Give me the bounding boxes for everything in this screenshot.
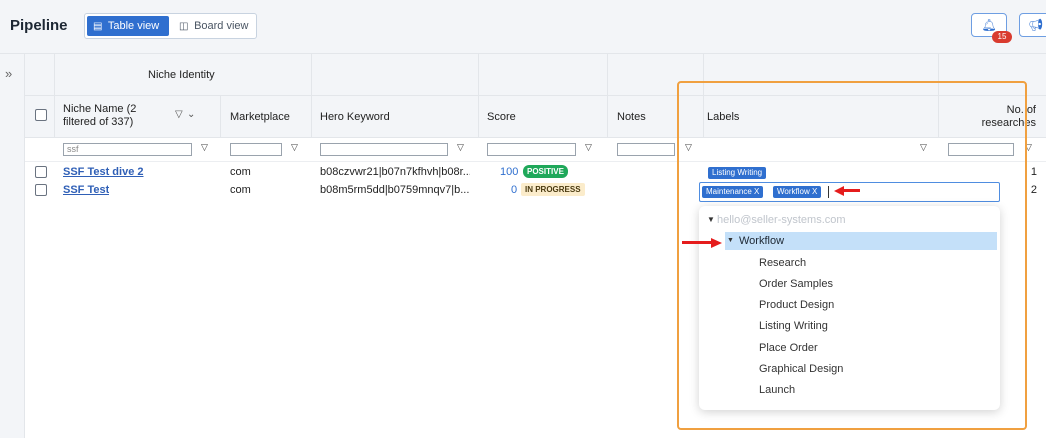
highlight-frame	[677, 81, 1027, 430]
table-view-button[interactable]: ▤ Table view	[87, 16, 169, 36]
divider	[478, 54, 479, 138]
niche-name-filtered: filtered of 337)	[63, 116, 134, 128]
board-view-button[interactable]: ◫ Board view	[173, 16, 255, 36]
announcements-button[interactable]: 📢︎	[1019, 13, 1046, 37]
filter-icon[interactable]: ▽	[175, 109, 183, 120]
notification-count-badge: 15	[992, 31, 1012, 43]
divider	[311, 54, 312, 138]
niche-name-label: Niche Name (2	[63, 103, 137, 115]
column-hero-keyword[interactable]: Hero Keyword	[320, 111, 390, 123]
table-icon: ▤	[93, 21, 103, 32]
row-checkbox[interactable]	[35, 184, 47, 196]
divider	[220, 96, 221, 138]
filter-icon[interactable]: ▽	[201, 142, 208, 153]
column-marketplace[interactable]: Marketplace	[230, 111, 290, 123]
filter-icon[interactable]: ▽	[291, 142, 298, 153]
marketplace-value: com	[230, 166, 251, 178]
megaphone-icon: 📢︎	[1028, 18, 1044, 32]
board-view-label: Board view	[194, 20, 249, 32]
column-notes[interactable]: Notes	[617, 111, 646, 123]
chevron-down-icon[interactable]: ⌄	[187, 109, 195, 120]
niche-name-link[interactable]: SSF Test	[63, 184, 109, 196]
column-niche-name[interactable]: Niche Name (2 filtered of 337)	[63, 103, 136, 129]
filter-icon[interactable]: ▽	[585, 142, 592, 153]
niche-identity-group: Niche Identity	[148, 69, 215, 81]
score-value: 100	[500, 166, 519, 178]
page-title: Pipeline	[10, 17, 68, 34]
divider	[54, 54, 55, 138]
filter-icon[interactable]: ▽	[457, 142, 464, 153]
sidebar-toggle[interactable]: »	[0, 54, 25, 438]
status-badge: IN PROGRESS	[521, 183, 585, 196]
divider	[607, 54, 608, 138]
view-toggle: ▤ Table view ◫ Board view	[84, 13, 257, 39]
marketplace-filter-input[interactable]	[230, 143, 282, 156]
score-value: 0	[511, 184, 518, 196]
marketplace-value: com	[230, 184, 251, 196]
bell-icon: 🔔︎	[981, 18, 997, 32]
hero-keyword-filter-input[interactable]	[320, 143, 448, 156]
table-view-label: Table view	[107, 20, 160, 32]
hero-keyword-value: b08m5rm5dd|b0759mnqv7|b...	[320, 184, 470, 196]
notes-filter-input[interactable]	[617, 143, 675, 156]
select-all-checkbox[interactable]	[35, 109, 47, 121]
board-icon: ◫	[179, 21, 189, 32]
score-filter-input[interactable]	[487, 143, 576, 156]
hero-keyword-value: b08czvwr21|b07n7kfhvh|b08r...	[320, 166, 470, 178]
column-score[interactable]: Score	[487, 111, 516, 123]
top-bar: Pipeline ▤ Table view ◫ Board view 🔔︎ 15…	[0, 0, 1046, 54]
row-checkbox[interactable]	[35, 166, 47, 178]
expand-sidebar-icon: »	[5, 66, 13, 81]
status-badge: POSITIVE	[523, 165, 568, 178]
niche-name-filter-input[interactable]: ssf	[63, 143, 192, 156]
niche-name-link[interactable]: SSF Test dive 2	[63, 166, 144, 178]
